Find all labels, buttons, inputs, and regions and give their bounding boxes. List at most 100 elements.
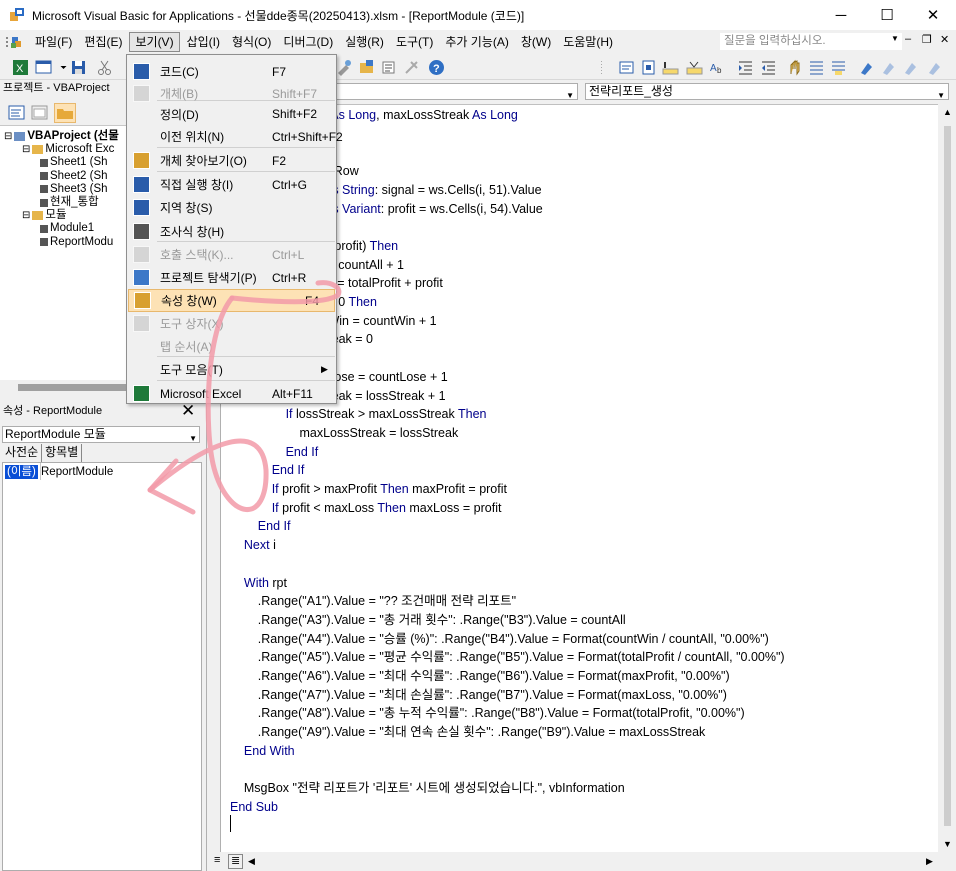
help-search-input[interactable]: 질문을 입력하십시오. (720, 33, 902, 50)
toggle-folders-icon[interactable] (54, 103, 76, 123)
minimize-button[interactable]: ─ (818, 0, 864, 30)
tree-item[interactable]: ReportModu (40, 236, 113, 249)
menu-debug[interactable]: 디버그(D) (278, 32, 338, 52)
view-menu-item[interactable]: 직접 실행 창(I) Ctrl+G (128, 173, 335, 196)
full-module-view-icon[interactable]: ≣ (228, 854, 244, 869)
clear-bookmarks-icon[interactable] (926, 59, 943, 76)
toggle-bookmark-icon[interactable] (858, 59, 875, 76)
mdi-restore-button[interactable]: ❐ (922, 33, 932, 46)
project-explorer-tb-icon[interactable] (358, 59, 375, 76)
tree-item[interactable]: 현재_통합 (40, 196, 99, 209)
code-line[interactable]: tWin = countWin + 1 (324, 312, 437, 331)
chevron-down-icon[interactable]: ▼ (891, 34, 899, 43)
code-line[interactable]: End If (230, 517, 291, 536)
view-menu-item[interactable]: 이전 위치(N) Ctrl+Shift+F2 (128, 125, 343, 148)
view-menu-item[interactable]: 프로젝트 탐색기(P) Ctrl+R (128, 266, 335, 289)
code-line[interactable]: .Range("A6").Value = "최대 수익률": .Range("B… (230, 667, 730, 686)
menu-help[interactable]: 도움말(H) (558, 32, 618, 52)
comment-block-icon[interactable] (808, 59, 825, 76)
menu-file[interactable]: 파일(F) (30, 32, 77, 52)
menu-format[interactable]: 형식(O) (227, 32, 276, 52)
view-menu-item[interactable]: 정의(D) Shift+F2 (128, 103, 335, 126)
tree-item[interactable]: Module1 (40, 222, 94, 235)
mdi-close-button[interactable]: ✕ (940, 33, 949, 46)
view-menu-item[interactable]: 도구 상자(X) (128, 312, 335, 335)
menu-window[interactable]: 창(W) (516, 32, 556, 52)
parameter-info-icon[interactable] (686, 59, 703, 76)
scroll-right-icon[interactable]: ▶ (926, 856, 933, 867)
tree-toggle-icon[interactable]: ⊟ (22, 209, 30, 222)
code-line[interactable]: End If (230, 443, 319, 462)
scroll-up-icon[interactable]: ▲ (943, 107, 952, 117)
code-line[interactable]: .Range("A1").Value = "?? 조건매매 전략 리포트" (230, 592, 516, 611)
tree-toggle-icon[interactable]: ⊟ (4, 130, 12, 143)
menu-tools[interactable]: 도구(T) (391, 32, 438, 52)
maximize-button[interactable]: ☐ (864, 0, 910, 30)
next-bookmark-icon[interactable] (880, 59, 897, 76)
edit-list-properties-icon[interactable] (618, 59, 635, 76)
code-line[interactable]: If profit < maxLoss Then maxLoss = profi… (230, 499, 502, 518)
scrollbar-thumb[interactable] (18, 384, 128, 391)
code-line[interactable]: With rpt (230, 574, 287, 593)
tree-toggle-icon[interactable]: ⊟ (22, 143, 30, 156)
code-line[interactable]: .Range("A5").Value = "평균 수익률": .Range("B… (230, 648, 785, 667)
scroll-left-icon[interactable]: ◀ (248, 856, 255, 867)
code-line[interactable]: MsgBox "전략 리포트가 '리포트' 시트에 생성되었습니다.", vbI… (230, 779, 625, 798)
view-menu-item[interactable]: 도구 모음(T) ▶ (128, 358, 335, 381)
mdi-minimize-button[interactable]: – (905, 33, 911, 45)
complete-word-icon[interactable]: Ab (709, 59, 726, 76)
design-mode-icon[interactable] (336, 59, 353, 76)
excel-view-icon[interactable]: X (12, 59, 29, 76)
uncomment-block-icon[interactable] (830, 59, 847, 76)
code-line[interactable]: Next i (230, 536, 276, 555)
quick-info-icon[interactable] (662, 59, 679, 76)
help-icon[interactable]: ? (428, 59, 445, 76)
tree-item[interactable]: Sheet2 (Sh (40, 170, 108, 183)
view-menu-item[interactable]: 개체 찾아보기(O) F2 (128, 149, 335, 172)
view-menu-item[interactable]: 코드(C) F7 (128, 60, 335, 83)
code-line[interactable]: End Sub (230, 798, 278, 817)
code-line[interactable]: : As Long, maxLossStreak As Long (324, 106, 518, 125)
view-object-icon[interactable] (31, 105, 48, 120)
code-line[interactable]: End With (230, 742, 295, 761)
chevron-down-icon[interactable]: ▼ (566, 88, 574, 103)
list-constants-icon[interactable] (640, 59, 657, 76)
cut-icon[interactable] (96, 59, 113, 76)
toggle-breakpoint-icon[interactable] (786, 59, 803, 76)
tab-alphabetic[interactable]: 사전순 (2, 444, 43, 462)
procedure-view-icon[interactable]: ≡ (214, 854, 220, 866)
procedure-select[interactable]: 전략리포트_생성 ▼ (585, 83, 949, 100)
code-line[interactable]: .Range("A4").Value = "승률 (%)": .Range("B… (230, 630, 769, 649)
previous-bookmark-icon[interactable] (902, 59, 919, 76)
code-line[interactable]: treak = lossStreak + 1 (324, 387, 446, 406)
tree-item[interactable]: ⊟ 모듈 (22, 209, 67, 222)
code-line[interactable]: .Range("A9").Value = "최대 연속 손실 횟수": .Ran… (230, 723, 706, 742)
scroll-down-icon[interactable]: ▼ (943, 839, 952, 849)
menu-insert[interactable]: 삽입(I) (182, 32, 225, 52)
toolbox-tb-icon[interactable] (403, 59, 420, 76)
code-line[interactable]: If lossStreak > maxLossStreak Then (230, 405, 487, 424)
tab-categorized[interactable]: 항목별 (42, 444, 83, 462)
code-line[interactable]: fit = totalProfit + profit (324, 274, 443, 293)
properties-object-select[interactable]: ReportModule 모듈 ▼ (2, 426, 200, 443)
tree-item[interactable]: Sheet1 (Sh (40, 156, 108, 169)
code-line[interactable]: .Range("A3").Value = "총 거래 횟수": .Range("… (230, 611, 626, 630)
menu-view[interactable]: 보기(V) (129, 32, 180, 52)
tree-item[interactable]: ⊟ Microsoft Exc (22, 143, 114, 156)
view-menu-item[interactable]: 호출 스택(K)... Ctrl+L (128, 243, 335, 266)
properties-tb-icon[interactable] (380, 59, 397, 76)
save-icon[interactable] (70, 59, 87, 76)
outdent-icon[interactable] (760, 59, 777, 76)
code-line[interactable]: If profit > maxProfit Then maxProfit = p… (230, 480, 507, 499)
code-line[interactable]: As Variant: profit = ws.Cells(i, 54).Val… (324, 200, 543, 219)
chevron-down-icon[interactable]: ▼ (189, 431, 197, 446)
property-name[interactable]: (이름) (5, 465, 38, 479)
view-menu-item[interactable]: Microsoft Excel Alt+F11 (128, 382, 335, 405)
code-line[interactable]: As String: signal = ws.Cells(i, 51).Valu… (324, 181, 542, 200)
scrollbar-thumb[interactable] (944, 126, 951, 826)
indent-icon[interactable] (737, 59, 754, 76)
code-line[interactable]: End If (230, 461, 305, 480)
tree-item[interactable]: ⊟ VBAProject (선물 (4, 130, 119, 143)
view-menu-item[interactable]: 탭 순서(A) (128, 335, 335, 358)
property-value[interactable]: ReportModule (41, 465, 113, 479)
